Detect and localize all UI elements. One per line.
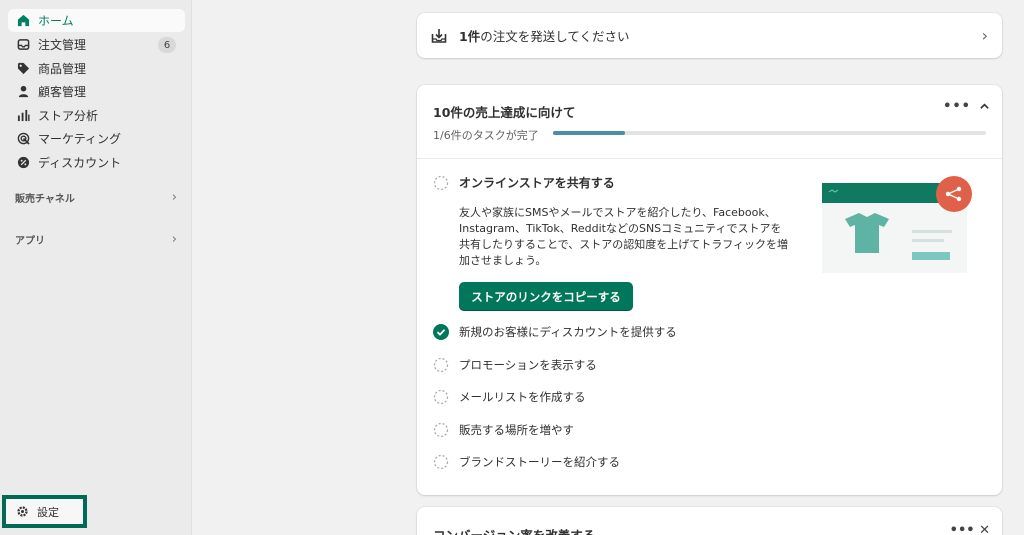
task-new-customer-discount[interactable]: 新規のお客様にディスカウントを提供する — [433, 324, 677, 340]
dashed-circle-icon — [433, 357, 449, 373]
copy-store-link-button[interactable]: ストアのリンクをコピーする — [459, 282, 633, 311]
task-label: メールリストを作成する — [459, 390, 586, 404]
gear-icon — [17, 506, 28, 517]
store-share-illustration — [822, 176, 972, 273]
task-brand-story[interactable]: ブランドストーリーを紹介する — [433, 454, 620, 470]
person-icon — [16, 85, 30, 99]
dashed-circle-icon — [433, 389, 449, 405]
sidebar-item-label: 商品管理 — [38, 62, 87, 76]
dashed-circle-icon — [433, 422, 449, 438]
sidebar-item-home[interactable]: ホーム — [8, 9, 185, 32]
task-email-list[interactable]: メールリストを作成する — [433, 389, 586, 405]
sidebar-item-label: ディスカウント — [38, 156, 122, 170]
conversion-card: コンバージョン率を改善する ••• ✕ — [417, 507, 1002, 535]
target-icon — [16, 132, 30, 146]
task-label: 販売する場所を増やす — [459, 423, 574, 437]
task-label: オンラインストアを共有する — [459, 176, 615, 190]
more-actions-icon[interactable]: ••• — [943, 99, 971, 114]
task-label: 新規のお客様にディスカウントを提供する — [459, 325, 677, 339]
sidebar-item-label: 顧客管理 — [38, 85, 87, 99]
chevron-right-icon: › — [171, 232, 177, 247]
sidebar-item-label: ストア分析 — [38, 109, 99, 123]
sales-channels-section[interactable]: 販売チャネル › — [15, 190, 177, 205]
goal-card-controls: ••• — [943, 99, 990, 114]
dashed-circle-icon — [433, 454, 449, 470]
sidebar-item-marketing[interactable]: マーケティング — [8, 127, 185, 150]
progress-label: 1/6件のタスクが完了 — [433, 129, 539, 142]
sidebar-item-orders[interactable]: 注文管理 6 — [8, 33, 185, 56]
home-icon — [16, 14, 30, 28]
task-share-store[interactable]: オンラインストアを共有する — [433, 174, 615, 191]
sidebar-item-customers[interactable]: 顧客管理 — [8, 80, 185, 103]
task-more-channels[interactable]: 販売する場所を増やす — [433, 422, 574, 438]
sidebar-item-label: マーケティング — [38, 132, 122, 146]
task-label: プロモーションを表示する — [459, 358, 597, 372]
apps-label: アプリ — [15, 236, 45, 247]
sidebar-item-products[interactable]: 商品管理 — [8, 57, 185, 80]
apps-section[interactable]: アプリ › — [15, 232, 177, 247]
ship-orders-card[interactable]: 1件の注文を発送してください › — [417, 13, 1002, 58]
sidebar: ホーム 注文管理 6 商品管理 顧客管理 ストア分析 マーケティング ディスカウ… — [0, 0, 192, 535]
sidebar-item-discounts[interactable]: ディスカウント — [8, 151, 185, 174]
chevron-right-icon: › — [171, 190, 177, 205]
bar-chart-icon — [16, 109, 30, 123]
sidebar-item-label: ホーム — [38, 14, 74, 28]
chevron-right-icon: › — [981, 26, 988, 45]
chevron-up-icon[interactable] — [979, 101, 990, 112]
share-icon — [936, 176, 972, 212]
conversion-card-title: コンバージョン率を改善する — [433, 525, 595, 535]
sales-goal-card: 10件の売上達成に向けて ••• 1/6件のタスクが完了 オンラインストアを共有… — [417, 85, 1002, 495]
ship-orders-count: 1件 — [459, 29, 481, 44]
goal-card-title: 10件の売上達成に向けて — [433, 105, 576, 120]
sidebar-item-label: 注文管理 — [38, 38, 87, 52]
ship-orders-message: の注文を発送してください — [480, 29, 630, 44]
more-actions-icon[interactable]: ••• ✕ — [950, 523, 990, 535]
dashed-circle-icon — [433, 175, 449, 190]
discount-icon — [16, 156, 30, 170]
progress-bar — [553, 131, 986, 135]
sales-channels-label: 販売チャネル — [15, 194, 75, 205]
settings-label: 設定 — [37, 505, 59, 519]
progress-bar-fill — [553, 131, 626, 135]
inbox-icon — [16, 38, 30, 52]
divider — [417, 158, 1002, 159]
check-circle-icon — [433, 324, 449, 340]
task-show-promotion[interactable]: プロモーションを表示する — [433, 357, 597, 373]
task-label: ブランドストーリーを紹介する — [459, 455, 620, 469]
ship-orders-text: 1件の注文を発送してください — [459, 26, 982, 45]
sidebar-item-analytics[interactable]: ストア分析 — [8, 104, 185, 127]
tag-icon — [16, 62, 30, 76]
download-tray-icon — [431, 28, 447, 43]
main-content: 1件の注文を発送してください › 10件の売上達成に向けて ••• 1/6件のタ… — [193, 0, 1024, 535]
orders-count-badge: 6 — [158, 37, 176, 53]
sidebar-item-settings[interactable]: 設定 — [2, 495, 87, 528]
task-description: 友人や家族にSMSやメールでストアを紹介したり、Facebook、Instagr… — [459, 206, 789, 267]
